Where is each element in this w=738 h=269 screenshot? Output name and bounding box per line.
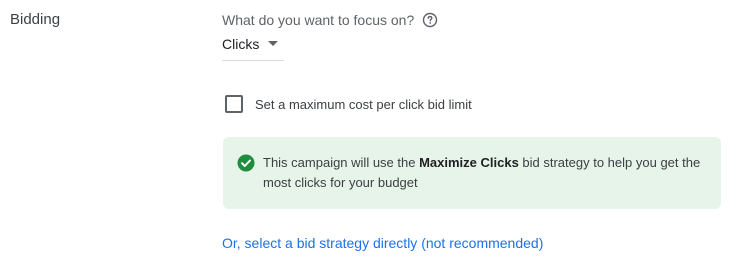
bid-strategy-info-text: This campaign will use the Maximize Clic… [263, 153, 701, 193]
max-cpc-row[interactable]: Set a maximum cost per click bid limit [225, 95, 472, 113]
max-cpc-checkbox[interactable] [225, 95, 243, 113]
select-bid-strategy-link[interactable]: Or, select a bid strategy directly (not … [222, 235, 543, 251]
max-cpc-label[interactable]: Set a maximum cost per click bid limit [255, 97, 472, 112]
section-label: Bidding [10, 11, 61, 28]
check-circle-icon [237, 154, 255, 172]
help-circle-icon[interactable] [422, 12, 438, 28]
bid-strategy-info-box: This campaign will use the Maximize Clic… [223, 137, 721, 209]
dropdown-arrow-icon [268, 41, 279, 46]
focus-question-label: What do you want to focus on? [222, 12, 415, 28]
focus-question: What do you want to focus on? [222, 12, 438, 28]
focus-dropdown-value: Clicks [222, 36, 260, 52]
info-text-before: This campaign will use the [263, 155, 420, 170]
focus-dropdown[interactable]: Clicks [222, 34, 284, 61]
bid-strategy-name: Maximize Clicks [419, 155, 519, 170]
